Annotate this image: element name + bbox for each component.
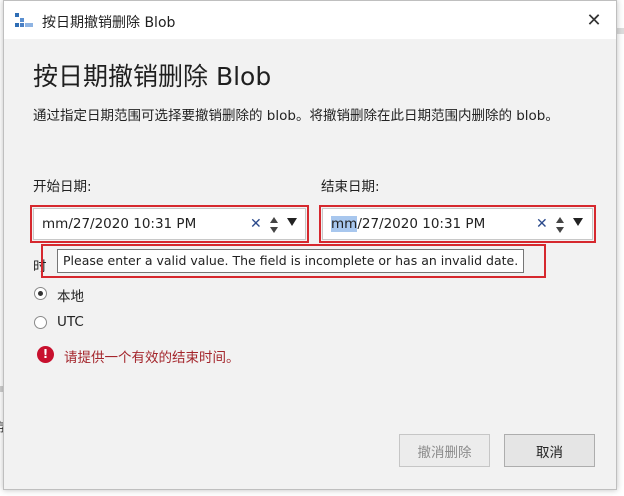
dialog-description: 通过指定日期范围可选择要撤销删除的 blob。将撤销删除在此日期范围内删除的 b… <box>33 108 559 124</box>
start-date-highlight-frame <box>30 205 309 243</box>
radio-utc[interactable] <box>34 316 47 329</box>
title-bar: 按日期撤销删除 Blob ✕ <box>4 1 616 39</box>
window-title: 按日期撤销删除 Blob <box>42 15 176 31</box>
radio-utc-label: UTC <box>57 314 84 330</box>
undelete-by-date-dialog: 按日期撤销删除 Blob ✕ 按日期撤销删除 Blob 通过指定日期范围可选择要… <box>3 0 617 490</box>
end-date-highlight-frame <box>319 205 596 243</box>
close-button[interactable]: ✕ <box>572 1 616 39</box>
error-icon: ! <box>37 346 54 363</box>
close-icon: ✕ <box>586 9 602 31</box>
storage-explorer-icon <box>15 13 33 27</box>
cancel-button[interactable]: 取消 <box>504 434 595 467</box>
dialog-heading: 按日期撤销删除 Blob <box>33 62 272 91</box>
error-message: 请提供一个有效的结束时间。 <box>64 350 240 366</box>
start-date-label: 开始日期: <box>33 179 92 195</box>
end-date-label: 结束日期: <box>321 179 380 195</box>
radio-local-label: 本地 <box>57 289 84 305</box>
undelete-button[interactable]: 撤消删除 <box>399 434 490 467</box>
tooltip-highlight-frame <box>41 244 546 278</box>
radio-local[interactable] <box>34 287 47 300</box>
